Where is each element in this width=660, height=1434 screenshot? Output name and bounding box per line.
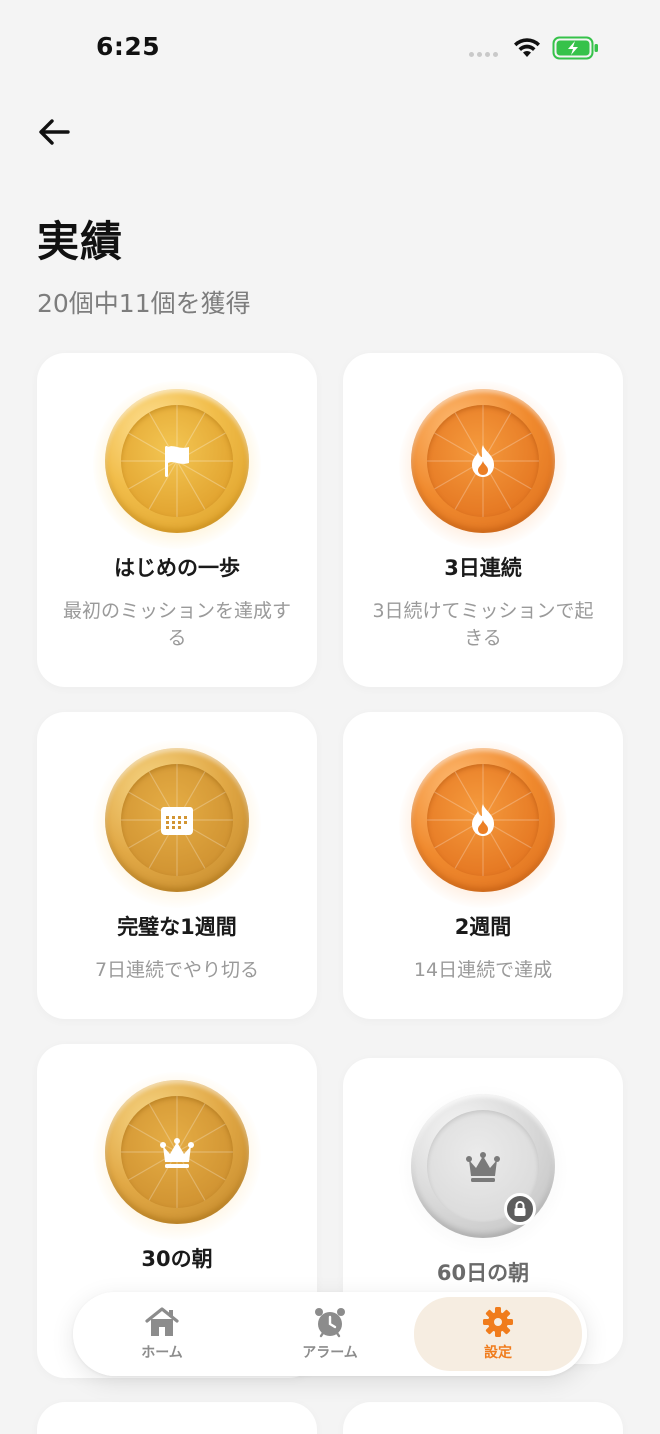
achievement-description: 最初のミッションを達成する	[62, 600, 291, 649]
achievement-card[interactable]: 完璧な1週間 7日連続でやり切る	[37, 712, 317, 1019]
achievement-title: 3日連続	[444, 556, 522, 580]
achievement-description: 3日続けてミッションで起きる	[372, 600, 594, 649]
achievement-count: 20個中11個を獲得	[37, 289, 251, 318]
achievement-title: 60日の朝	[436, 1261, 530, 1285]
flag-icon	[165, 446, 189, 477]
tab-alarm[interactable]: アラーム	[246, 1292, 414, 1376]
alarm-clock-icon	[315, 1308, 345, 1338]
achievement-description: 14日連続で達成	[413, 959, 553, 981]
achievement-title: はじめの一歩	[114, 556, 240, 580]
achievement-card[interactable]: 3日連続 3日続けてミッションで起きる	[343, 353, 623, 687]
medal	[93, 1072, 261, 1240]
achievement-title: 2週間	[454, 915, 512, 939]
achievement-card[interactable]: はじめの一歩 最初のミッションを達成する	[37, 353, 317, 687]
medal	[399, 740, 567, 908]
medal	[399, 1086, 567, 1254]
tab-label: 設定	[484, 1345, 512, 1361]
arrow-left-icon	[39, 119, 70, 145]
bottom-tab-bar: ホーム アラーム 設定	[73, 1292, 587, 1376]
page-title: 実績	[37, 217, 124, 266]
flame-icon	[472, 804, 494, 836]
tab-home[interactable]: ホーム	[78, 1292, 246, 1376]
back-button[interactable]	[34, 112, 74, 152]
status-bar: 6:25	[0, 0, 660, 96]
wifi-icon	[514, 38, 540, 57]
lock-icon	[514, 1201, 526, 1216]
tab-settings[interactable]: 設定	[414, 1297, 582, 1371]
achievement-title: 完璧な1週間	[117, 915, 237, 939]
status-time: 6:25	[96, 32, 161, 61]
achievement-title: 30の朝	[141, 1247, 213, 1271]
medal	[93, 381, 261, 549]
achievement-card[interactable]: 2週間 14日連続で達成	[343, 712, 623, 1019]
achievement-description: 7日連続でやり切る	[94, 959, 260, 981]
achievement-card[interactable]	[343, 1402, 623, 1434]
battery-charging-icon	[552, 36, 598, 60]
cellular-signal-icon	[469, 52, 503, 58]
flame-icon	[472, 445, 494, 477]
crown-icon	[466, 1152, 500, 1182]
gear-icon	[483, 1307, 513, 1337]
lock-badge	[504, 1193, 536, 1225]
medal	[93, 740, 261, 908]
medal	[399, 381, 567, 549]
crown-icon	[160, 1138, 194, 1168]
achievement-card[interactable]	[37, 1402, 317, 1434]
tab-label: アラーム	[302, 1345, 358, 1361]
tab-label: ホーム	[141, 1345, 183, 1361]
calendar-icon	[161, 807, 193, 835]
home-icon	[145, 1307, 179, 1336]
